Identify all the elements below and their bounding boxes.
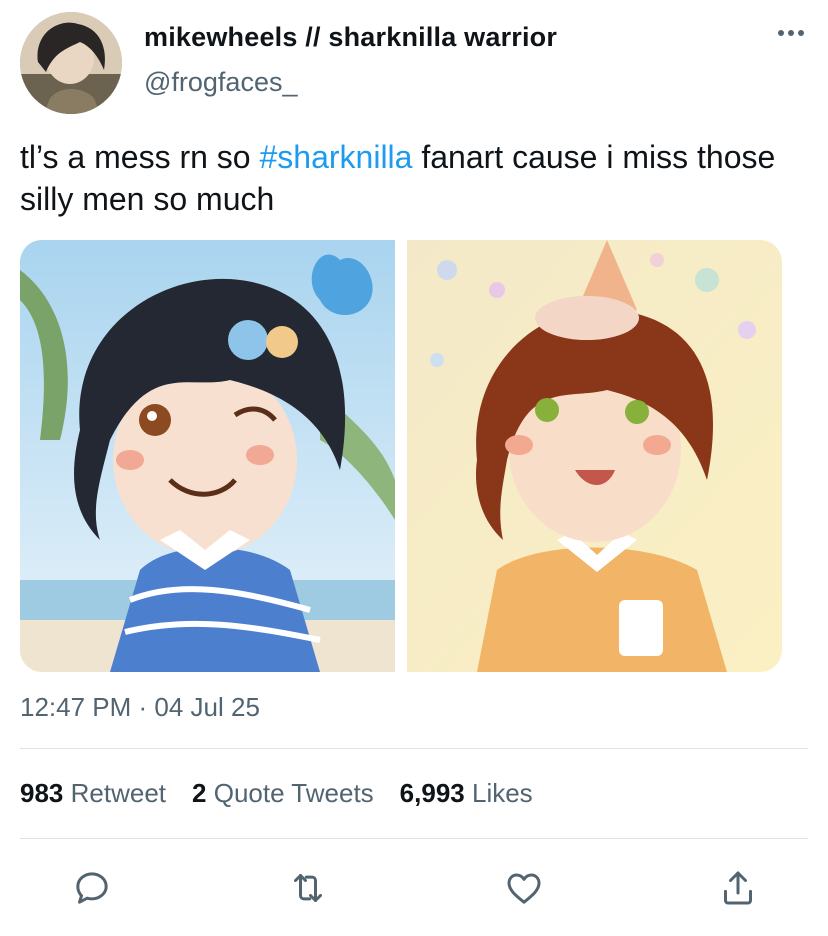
profile-avatar[interactable]: [20, 12, 122, 114]
display-name[interactable]: mikewheels // sharknilla warrior: [144, 22, 557, 53]
retweets-label: Retweet: [70, 778, 167, 808]
tweet-stats: 983 Retweet 2 Quote Tweets 6,993 Likes: [20, 778, 533, 809]
reply-icon[interactable]: [70, 866, 114, 910]
like-icon[interactable]: [502, 866, 546, 910]
tweet-header: mikewheels // sharknilla warrior @frogfa…: [20, 12, 810, 120]
share-icon[interactable]: [716, 866, 760, 910]
quotes-count: 2: [192, 778, 207, 808]
fanart-image-shark[interactable]: [20, 240, 395, 672]
tweet-text-before: tl’s a mess rn so: [20, 139, 260, 175]
hashtag-link[interactable]: #sharknilla: [259, 139, 412, 175]
retweets-stat[interactable]: 983 Retweet: [20, 778, 166, 809]
more-options-icon[interactable]: [778, 30, 804, 36]
likes-stat[interactable]: 6,993 Likes: [400, 778, 533, 809]
divider: [20, 748, 808, 749]
likes-label: Likes: [471, 778, 533, 808]
media-grid: [20, 240, 782, 672]
author-names: mikewheels // sharknilla warrior @frogfa…: [144, 22, 557, 98]
quotes-stat[interactable]: 2 Quote Tweets: [192, 778, 374, 809]
tweet-actions: [0, 866, 828, 910]
likes-count: 6,993: [399, 778, 465, 808]
tweet-timestamp[interactable]: 12:47 PM · 04 Jul 25: [20, 692, 260, 723]
user-handle[interactable]: @frogfaces_: [144, 67, 557, 98]
fanart-image-vanilla[interactable]: [407, 240, 782, 672]
retweets-count: 983: [20, 778, 64, 808]
retweet-icon[interactable]: [286, 866, 330, 910]
divider: [20, 838, 808, 839]
tweet-text: tl’s a mess rn so #sharknilla fanart cau…: [20, 136, 820, 220]
quotes-label: Quote Tweets: [213, 778, 374, 808]
